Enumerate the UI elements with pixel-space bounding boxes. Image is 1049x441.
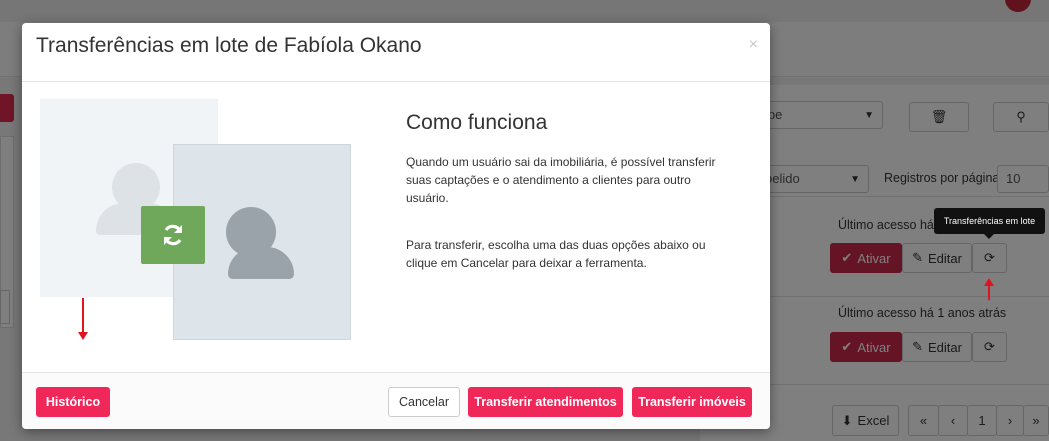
tooltip: Transferências em lote [934,208,1045,239]
close-icon[interactable]: × [749,36,758,54]
cancel-button[interactable]: Cancelar [388,387,460,417]
swap-badge [141,206,205,264]
refresh-icon [164,224,182,246]
modal-title: Transferências em lote de Fabíola Okano [36,34,422,57]
history-button[interactable]: Histórico [36,387,110,417]
how-it-works-title: Como funciona [406,111,548,134]
annotation-arrow-up-icon [984,278,994,300]
description-paragraph: Quando um usuário sai da imobiliária, é … [406,155,716,205]
annotation-arrow-down-icon [78,298,88,340]
batch-transfer-modal: Transferências em lote de Fabíola Okano … [22,23,770,429]
instructions-paragraph: Para transferir, escolha uma das duas op… [406,238,706,270]
modal-footer: Histórico Cancelar Transferir atendiment… [22,372,770,429]
transfer-clients-button[interactable]: Transferir atendimentos [468,387,623,417]
transfer-properties-button[interactable]: Transferir imóveis [632,387,752,417]
modal-header: Transferências em lote de Fabíola Okano … [22,23,770,82]
transfer-illustration [40,99,352,340]
